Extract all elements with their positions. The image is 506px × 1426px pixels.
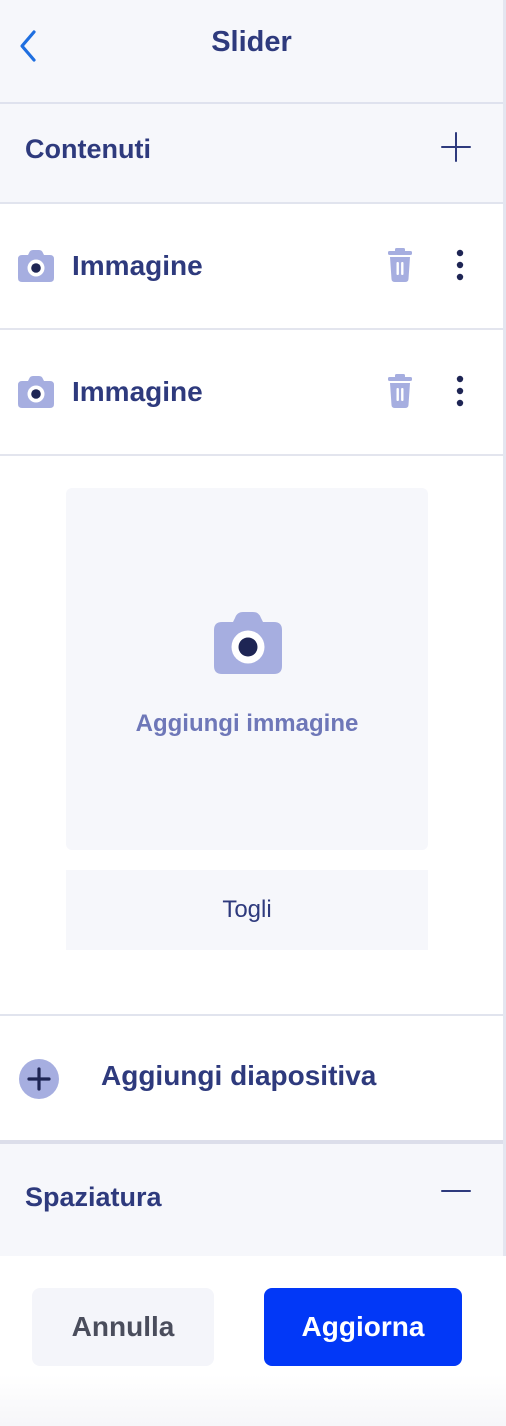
- page-title: Slider: [211, 26, 292, 58]
- content-item[interactable]: Immagine: [0, 204, 503, 330]
- camera-icon: [18, 376, 54, 408]
- add-image-dropzone[interactable]: Aggiungi immagine: [66, 488, 428, 850]
- add-slide-label: Aggiungi diapositiva: [101, 1060, 377, 1091]
- more-options-icon[interactable]: [446, 248, 474, 284]
- contents-section-title: Contenuti: [25, 134, 151, 164]
- panel-footer: Annulla Aggiorna: [0, 1256, 506, 1426]
- add-image-label: Aggiungi immagine: [135, 710, 359, 737]
- remove-image-button[interactable]: Togli: [66, 870, 428, 950]
- collapse-spacing-button[interactable]: [439, 1172, 473, 1210]
- plus-icon: [441, 132, 471, 162]
- content-item-label: Immagine: [72, 376, 203, 407]
- content-item[interactable]: Immagine: [0, 330, 503, 456]
- add-slide-button[interactable]: Aggiungi diapositiva: [0, 1016, 503, 1144]
- more-options-icon[interactable]: [446, 374, 474, 410]
- camera-icon: [18, 250, 54, 282]
- camera-icon: [214, 612, 282, 674]
- minus-icon: [441, 1190, 471, 1192]
- content-item-label: Immagine: [72, 250, 203, 281]
- slider-settings-panel: Slider Contenuti Immagine Immagine Aggiu…: [0, 0, 506, 1426]
- spacing-section-title: Spaziatura: [25, 1182, 162, 1212]
- cancel-button[interactable]: Annulla: [32, 1288, 214, 1366]
- spacing-section-header[interactable]: Spaziatura: [0, 1144, 503, 1256]
- contents-section-header[interactable]: Contenuti: [0, 104, 503, 204]
- update-button[interactable]: Aggiorna: [264, 1288, 462, 1366]
- plus-circle-icon: [19, 1059, 59, 1099]
- trash-icon[interactable]: [386, 248, 414, 282]
- panel-header: Slider: [0, 0, 503, 104]
- add-content-button[interactable]: [439, 128, 473, 166]
- image-upload-section: Aggiungi immagine Togli: [0, 456, 503, 1016]
- trash-icon[interactable]: [386, 374, 414, 408]
